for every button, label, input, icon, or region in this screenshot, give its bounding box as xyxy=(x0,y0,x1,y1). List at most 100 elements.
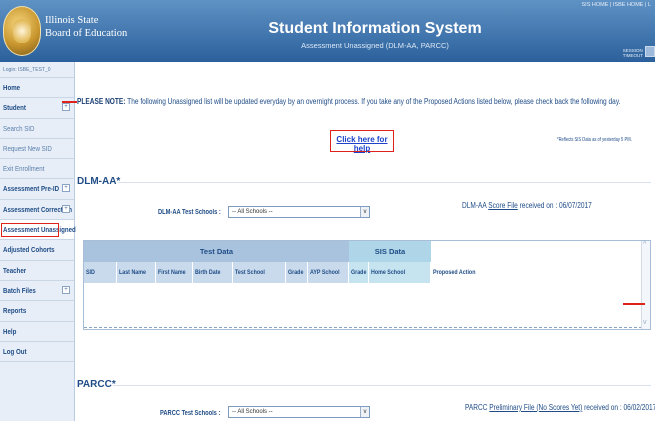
data-as-of-note: *Reflects SIS Data as of yesterday 5 PM. xyxy=(557,137,648,143)
notice-body: The following Unassigned list will be up… xyxy=(125,97,621,106)
column-header-label: Grade xyxy=(351,269,367,276)
sidebar-item-label: Assessment Pre-ID xyxy=(3,184,60,194)
sidebar-item-label: Log Out xyxy=(3,346,27,356)
sidebar-item-assessment-pre-id[interactable]: Assessment Pre-ID + xyxy=(0,179,74,200)
column-header-birth-date[interactable]: Birth Date xyxy=(193,262,233,283)
scroll-up-icon[interactable]: ^ xyxy=(643,241,646,248)
login-info: Login: ISBE_TEST_0 xyxy=(0,62,74,78)
sidebar-item-request-new-sid[interactable]: Request New SID xyxy=(0,139,74,160)
sidebar-nav: Login: ISBE_TEST_0 Home Student + Search SI… xyxy=(0,62,76,421)
sidebar-item-exit-enrollment[interactable]: Exit Enrollment xyxy=(0,159,74,180)
chevron-down-icon: v xyxy=(360,407,369,417)
blank-group-header xyxy=(431,241,643,262)
dlm-select-value: -- All Schools -- xyxy=(232,209,273,215)
sidebar-item-assessment-unassigned[interactable]: Assessment Unassigned xyxy=(0,220,76,241)
parcc-file-prefix: PARCC xyxy=(465,403,490,412)
data-as-of-text: *Reflects SIS Data as of yesterday 5 PM. xyxy=(556,137,632,143)
nav-list: Home Student + Search SID Request New SID Exi… xyxy=(0,78,76,363)
sidebar-item-label: Exit Enrollment xyxy=(3,164,45,174)
help-link-highlight: Click here for help xyxy=(330,130,394,153)
column-header-label: Home School xyxy=(371,269,406,276)
top-links[interactable]: SIS HOME | ISBE HOME | L xyxy=(582,2,651,8)
sidebar-item-search-sid[interactable]: Search SID xyxy=(0,119,74,139)
sidebar-item-label: Teacher xyxy=(3,265,27,275)
sidebar-item-teacher[interactable]: Teacher xyxy=(0,261,74,281)
agency-name-line1: Illinois State xyxy=(45,15,99,26)
annotation-arrow-line xyxy=(62,101,77,103)
column-header-label: Last Name xyxy=(119,269,146,276)
sidebar-item-home[interactable]: Home xyxy=(0,78,74,99)
agency-name: Illinois State Board of Education xyxy=(45,14,127,40)
parcc-section-title: PARCC* xyxy=(77,379,116,390)
dlm-filter-label-text: DLM-AA Test Schools : xyxy=(158,209,221,216)
session-timer xyxy=(645,46,655,57)
scroll-down-icon[interactable]: v xyxy=(643,319,647,326)
sidebar-item-label: Student xyxy=(3,103,26,113)
sidebar-item-label: Adjusted Cohorts xyxy=(3,245,55,255)
parcc-filter-label: PARCC Test Schools : xyxy=(160,410,234,417)
active-item-highlight xyxy=(1,223,59,238)
sidebar-item-label: Request New SID xyxy=(3,143,52,153)
expand-plus-icon[interactable]: + xyxy=(62,285,70,294)
column-header-label: SID xyxy=(86,269,95,276)
chevron-down-icon: v xyxy=(360,207,369,217)
parcc-section-divider xyxy=(113,385,651,386)
sidebar-item-label: Batch Files xyxy=(3,285,36,295)
sidebar-item-adjusted-cohorts[interactable]: Adjusted Cohorts xyxy=(0,240,74,261)
column-header-proposed-action[interactable]: Proposed Action xyxy=(431,262,643,283)
sidebar-item-label: Home xyxy=(3,83,21,92)
parcc-filter-label-text: PARCC Test Schools : xyxy=(160,410,221,417)
parcc-file-info: PARCC Preliminary File (No Scores Yet) r… xyxy=(465,403,655,412)
session-timeout-label: SESSION TIMEOUT xyxy=(623,48,643,58)
dlm-score-file-link[interactable]: Score File xyxy=(488,201,518,210)
column-header-label: AYP School xyxy=(310,269,340,276)
column-header-grade-sis[interactable]: Grade xyxy=(349,262,369,283)
expand-plus-icon[interactable]: + xyxy=(62,103,70,112)
update-notice: PLEASE NOTE: The following Unassigned li… xyxy=(77,97,655,106)
dlm-filter-label: DLM-AA Test Schools : xyxy=(158,209,235,216)
column-header-grade[interactable]: Grade xyxy=(286,262,308,283)
sis-data-group-header: SIS Data xyxy=(349,241,431,262)
test-data-group-header: Test Data xyxy=(84,241,349,262)
sidebar-item-label: Reports xyxy=(3,306,27,316)
sidebar-item-label: Search SID xyxy=(3,123,35,133)
expand-plus-icon[interactable]: + xyxy=(62,184,70,193)
column-header-label: Grade xyxy=(288,269,304,276)
sidebar-item-log-out[interactable]: Log Out xyxy=(0,342,74,363)
app-subtitle: Assessment Unassigned (DLM-AA, PARCC) xyxy=(301,41,449,50)
parcc-file-received: received on : 06/02/2017 xyxy=(582,403,655,412)
sidebar-item-assessment-correction[interactable]: Assessment Correction + xyxy=(0,200,74,221)
dlm-file-prefix: DLM-AA xyxy=(462,201,489,210)
notice-label: PLEASE NOTE: xyxy=(77,97,126,106)
unassigned-students-table: Test Data SIS Data SID Last Name First Nam… xyxy=(83,240,651,330)
sidebar-item-label: Help xyxy=(3,326,17,336)
annotation-red-mark xyxy=(623,303,645,305)
dlm-section-divider xyxy=(118,182,651,183)
parcc-select-value: -- All Schools -- xyxy=(232,409,273,415)
parcc-test-schools-select[interactable]: -- All Schools -- v xyxy=(228,406,370,418)
isbe-seal-logo xyxy=(3,6,41,56)
agency-name-line2: Board of Education xyxy=(45,28,128,39)
dlm-test-schools-select[interactable]: -- All Schools -- v xyxy=(228,206,370,218)
column-header-label: Test School xyxy=(235,269,265,276)
column-header-label: Proposed Action xyxy=(433,269,476,276)
sidebar-item-reports[interactable]: Reports xyxy=(0,301,74,322)
dlm-file-received: received on : 06/07/2017 xyxy=(517,201,592,210)
column-header-sid[interactable]: SID xyxy=(84,262,117,283)
update-notice-text: PLEASE NOTE: The following Unassigned li… xyxy=(77,97,620,106)
column-header-test-school[interactable]: Test School xyxy=(233,262,286,283)
app-title: Student Information System xyxy=(268,20,482,37)
expand-plus-icon[interactable]: + xyxy=(62,204,70,213)
column-header-label: Birth Date xyxy=(195,269,221,276)
help-link[interactable]: Click here for help xyxy=(331,135,393,153)
sidebar-item-help[interactable]: Help xyxy=(0,322,74,342)
column-header-last-name[interactable]: Last Name xyxy=(117,262,156,283)
column-header-home-school[interactable]: Home School xyxy=(369,262,431,283)
session-label-line2: TIMEOUT xyxy=(622,53,643,58)
column-header-first-name[interactable]: First Name xyxy=(156,262,193,283)
dlm-section-title: DLM-AA* xyxy=(77,176,121,187)
column-header-ayp-school[interactable]: AYP School xyxy=(308,262,349,283)
table-scrollbar[interactable]: ^ v xyxy=(641,241,650,329)
sidebar-item-batch-files[interactable]: Batch Files + xyxy=(0,281,74,302)
parcc-preliminary-file-link[interactable]: Preliminary File (No Scores Yet) xyxy=(489,403,582,412)
